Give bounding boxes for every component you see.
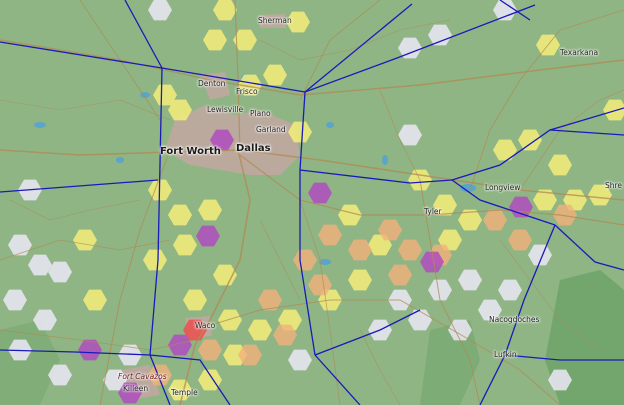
city-label-killeen: Killeen [123, 384, 149, 393]
city-label-texarkana: Texarkana [560, 48, 599, 57]
map-layer [0, 0, 624, 405]
city-label-shreveport-partial: Shre [605, 181, 623, 190]
city-label-fort-worth: Fort Worth [160, 146, 221, 157]
city-label-tyler: Tyler [424, 207, 442, 216]
city-label-waco: Waco [195, 321, 216, 330]
city-label-garland: Garland [256, 125, 286, 134]
city-label-lewisville: Lewisville [207, 105, 244, 114]
city-label-fort-cavazos: Fort Cavazos [118, 372, 167, 381]
city-label-plano: Plano [250, 109, 271, 118]
city-label-nacogdoches: Nacogdoches [489, 315, 540, 324]
city-label-dallas: Dallas [236, 143, 271, 154]
city-label-frisco: Frisco [236, 87, 258, 96]
city-label-longview: Longview [485, 183, 521, 192]
city-label-temple: Temple [171, 388, 198, 397]
city-label-sherman: Sherman [258, 16, 292, 25]
city-label-denton: Denton [198, 79, 226, 88]
city-label-lufkin: Lufkin [494, 350, 517, 359]
map-canvas[interactable]: Sherman Texarkana Denton Frisco Lewisville Pl… [0, 0, 624, 405]
